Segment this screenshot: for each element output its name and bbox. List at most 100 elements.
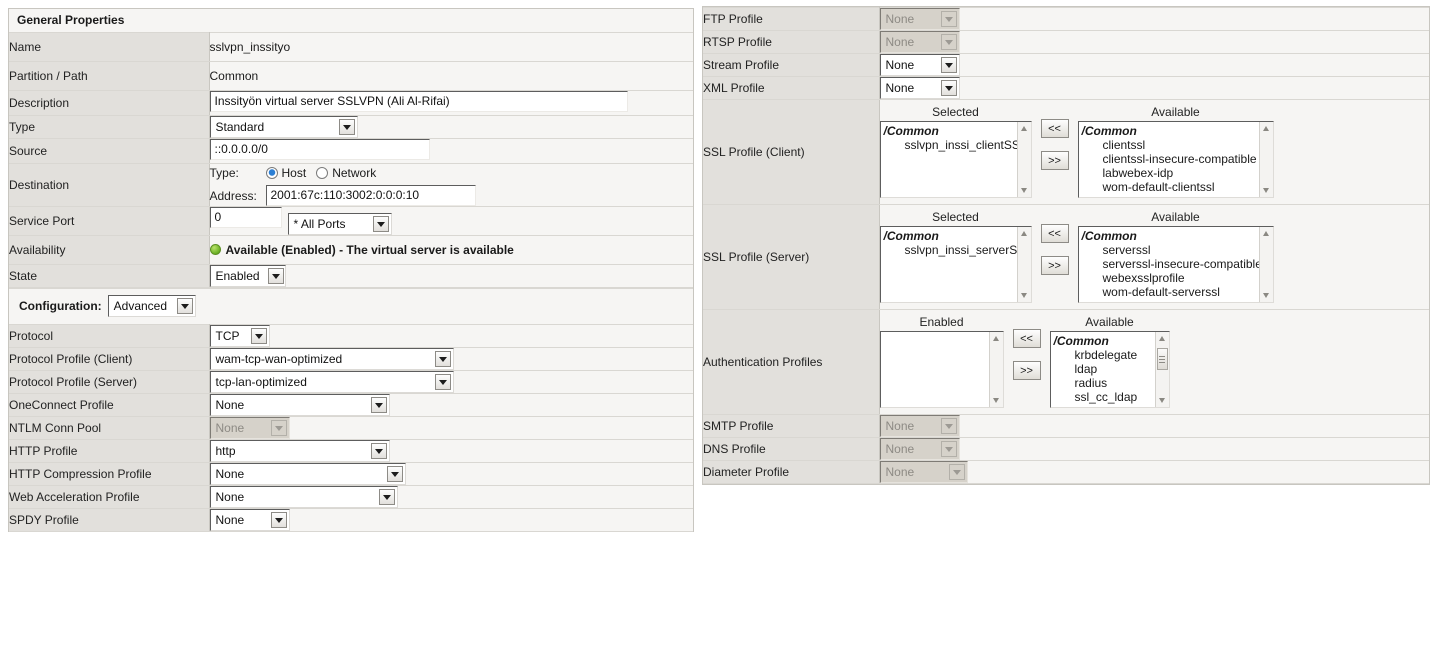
ssl-profile-server-move-left-button[interactable]: << xyxy=(1040,224,1069,243)
ssl-profile-server-selected-list[interactable]: /Common sslvpn_inssi_serverSSL xyxy=(879,226,1032,303)
ssl-profile-server-selected-list-option[interactable]: /Common xyxy=(883,229,1018,243)
ssl-profile-server-available-list-scrollbar[interactable] xyxy=(1258,227,1273,302)
ssl-profile-client-available-list-option[interactable]: clientssl xyxy=(1081,138,1260,152)
stream-profile-select[interactable]: None xyxy=(879,54,960,76)
authentication-profiles-move-right-button[interactable]: >> xyxy=(1012,361,1041,380)
ssl-profile-client-selected-list-option[interactable]: /Common xyxy=(883,124,1018,138)
ssl-profile-server-move-right-button[interactable]: >> xyxy=(1040,256,1069,275)
form-row-ftp-profile: FTP Profile None xyxy=(703,7,1429,31)
ssl-profile-client-available-list-scrollbar[interactable] xyxy=(1258,122,1273,197)
radio-host[interactable] xyxy=(265,167,278,179)
ssl-profile-server-selected-list-scrollbar[interactable] xyxy=(1016,227,1031,302)
radio-network[interactable] xyxy=(316,167,329,179)
rtsp-profile-select: None xyxy=(879,31,960,53)
stream-profile-select-value: None xyxy=(885,58,915,72)
authentication-profiles-selected-list-scrollbar[interactable] xyxy=(988,332,1003,407)
http-profile-select[interactable]: http xyxy=(209,440,390,462)
partition-path-label: Partition / Path xyxy=(9,61,210,91)
authentication-profiles-available-list-option[interactable]: ssl_cc_ldap xyxy=(1053,390,1156,404)
authentication-profiles-move-left-button[interactable]: << xyxy=(1012,329,1041,348)
xml-profile-select-value: None xyxy=(885,81,915,95)
ftp-profile-label: FTP Profile xyxy=(703,7,880,31)
form-row-spdy-profile: SPDY Profile None xyxy=(9,508,693,532)
form-row-xml-profile: XML Profile None xyxy=(703,76,1429,100)
form-row-state: State Enabled xyxy=(9,264,693,288)
spdy-profile-select-value: None xyxy=(215,513,245,527)
scroll-down-icon[interactable] xyxy=(1260,184,1273,197)
service-port-select[interactable]: * All Ports xyxy=(287,213,392,235)
state-select[interactable]: Enabled xyxy=(209,265,286,287)
service-port-input[interactable]: 0 xyxy=(209,207,282,228)
ssl-profile-client-move-right-button[interactable]: >> xyxy=(1040,151,1069,170)
ssl-profile-client-available-list-option[interactable]: wom-default-clientssl xyxy=(1081,180,1260,194)
ssl-profile-client-available-list-option[interactable]: clientssl-insecure-compatible xyxy=(1081,152,1260,166)
ssl-profile-client-available-list[interactable]: /Common clientssl clientssl-insecure-compa… xyxy=(1077,121,1274,198)
ssl-profile-server-available-list-option[interactable]: webexsslprofile xyxy=(1081,271,1260,285)
state-control-cell: Enabled xyxy=(209,264,693,288)
ftp-profile-select-value: None xyxy=(885,12,915,26)
scroll-down-icon[interactable] xyxy=(1156,394,1169,407)
ssl-profile-server-available-list-option[interactable]: serverssl-insecure-compatible xyxy=(1081,257,1262,271)
scroll-up-icon[interactable] xyxy=(1018,122,1031,135)
form-row-destination: Destination Type: Host Network Address: 2001:… xyxy=(9,163,693,207)
protocol-select[interactable]: TCP xyxy=(209,325,270,347)
authentication-profiles-available-list[interactable]: /Common krbdelegate ldap radius ssl_cc_ldap xyxy=(1049,331,1170,408)
http-compression-profile-select[interactable]: None xyxy=(209,463,406,485)
authentication-profiles-available-list-option[interactable]: krbdelegate xyxy=(1053,348,1156,362)
spdy-profile-select[interactable]: None xyxy=(209,509,290,531)
authentication-profiles-selected-list[interactable] xyxy=(879,331,1004,408)
ssl-profile-server-available-list-option[interactable]: wom-default-serverssl xyxy=(1081,285,1260,299)
web-acceleration-profile-select-value: None xyxy=(215,490,245,504)
availability-text: Available (Enabled) - The virtual server… xyxy=(225,243,514,257)
form-row-stream-profile: Stream Profile None xyxy=(703,53,1429,77)
description-input[interactable]: Inssityön virtual server SSLVPN (Ali Al-… xyxy=(209,91,628,112)
form-row-protocol-profile-client: Protocol Profile (Client) wam-tcp-wan-opt… xyxy=(9,347,693,371)
configuration-select[interactable]: Advanced xyxy=(107,295,196,317)
web-acceleration-profile-select[interactable]: None xyxy=(209,486,398,508)
configuration-table: Protocol TCP Protocol Profile (Client) wam-… xyxy=(9,324,693,532)
name-label: Name xyxy=(9,32,210,62)
scroll-up-icon[interactable] xyxy=(990,332,1003,345)
scroll-up-icon[interactable] xyxy=(1018,227,1031,240)
ssl-profile-client-available-list-option[interactable]: labwebex-idp xyxy=(1081,166,1260,180)
authentication-profiles-available-list-scrollbar[interactable] xyxy=(1154,332,1169,407)
authentication-profiles-available-list-option[interactable]: /Common xyxy=(1053,334,1156,348)
authentication-profiles-available-list-option[interactable]: ldap xyxy=(1053,362,1156,376)
ssl-profile-client-selected-list-scrollbar[interactable] xyxy=(1016,122,1031,197)
ssl-profile-client-selected-list-option[interactable]: sslvpn_inssi_clientSSL xyxy=(883,138,1027,152)
protocol-profile-client-select[interactable]: wam-tcp-wan-optimized xyxy=(209,348,454,370)
ssl-profile-client-transfer-buttons: << >> xyxy=(1032,105,1078,170)
form-row-partition-path: Partition / Path Common xyxy=(9,61,693,91)
name-value: sslvpn_inssityo xyxy=(209,40,291,54)
ssl-profile-server-available-list[interactable]: /Common serverssl serverssl-insecure-compa… xyxy=(1077,226,1274,303)
state-label: State xyxy=(9,264,210,288)
ssl-profile-server-selected-list-option[interactable]: sslvpn_inssi_serverSSL xyxy=(883,243,1031,257)
ssl-profile-client-available-list-option[interactable]: /Common xyxy=(1081,124,1260,138)
dns-profile-label: DNS Profile xyxy=(703,437,880,461)
oneconnect-profile-select[interactable]: None xyxy=(209,394,390,416)
scroll-up-icon[interactable] xyxy=(1260,227,1273,240)
scroll-down-icon[interactable] xyxy=(1260,289,1273,302)
authentication-profiles-available-list-option[interactable]: radius xyxy=(1053,376,1156,390)
ssl-profile-client-selected-list[interactable]: /Common sslvpn_inssi_clientSSL xyxy=(879,121,1032,198)
scroll-up-icon[interactable] xyxy=(1260,122,1273,135)
ssl-profile-client-move-left-button[interactable]: << xyxy=(1040,119,1069,138)
authentication-profiles-available-column: Available/Common krbdelegate ldap radius ssl… xyxy=(1049,315,1170,408)
scroll-up-icon[interactable] xyxy=(1156,332,1169,345)
source-input[interactable]: ::0.0.0.0/0 xyxy=(209,139,430,160)
status-indicator-icon xyxy=(209,244,221,255)
ssl-profile-server-available-list-option[interactable]: /Common xyxy=(1081,229,1260,243)
scroll-down-icon[interactable] xyxy=(1018,184,1031,197)
protocol-profile-server-select[interactable]: tcp-lan-optimized xyxy=(209,371,454,393)
ssl-profile-client-dual-list: Selected/Common sslvpn_inssi_clientSSL << >… xyxy=(879,100,1430,204)
http-profile-label: HTTP Profile xyxy=(9,439,210,463)
scroll-down-icon[interactable] xyxy=(990,394,1003,407)
type-select[interactable]: Standard xyxy=(209,116,358,138)
scroll-down-icon[interactable] xyxy=(1018,289,1031,302)
ssl-profile-server-selected-header: Selected xyxy=(932,210,979,224)
destination-address-input[interactable]: 2001:67c:110:3002:0:0:0:10 xyxy=(265,185,476,206)
rtsp-profile-select-value: None xyxy=(885,35,915,49)
ssl-profile-server-available-list-option[interactable]: serverssl xyxy=(1081,243,1260,257)
scrollbar-thumb[interactable] xyxy=(1156,348,1168,370)
xml-profile-select[interactable]: None xyxy=(879,77,960,99)
